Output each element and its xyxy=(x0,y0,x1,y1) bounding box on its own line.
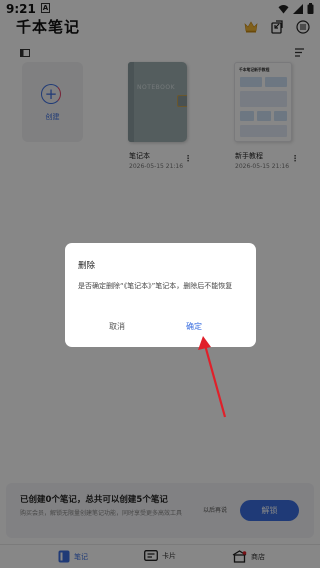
annotation-arrow xyxy=(198,336,227,418)
